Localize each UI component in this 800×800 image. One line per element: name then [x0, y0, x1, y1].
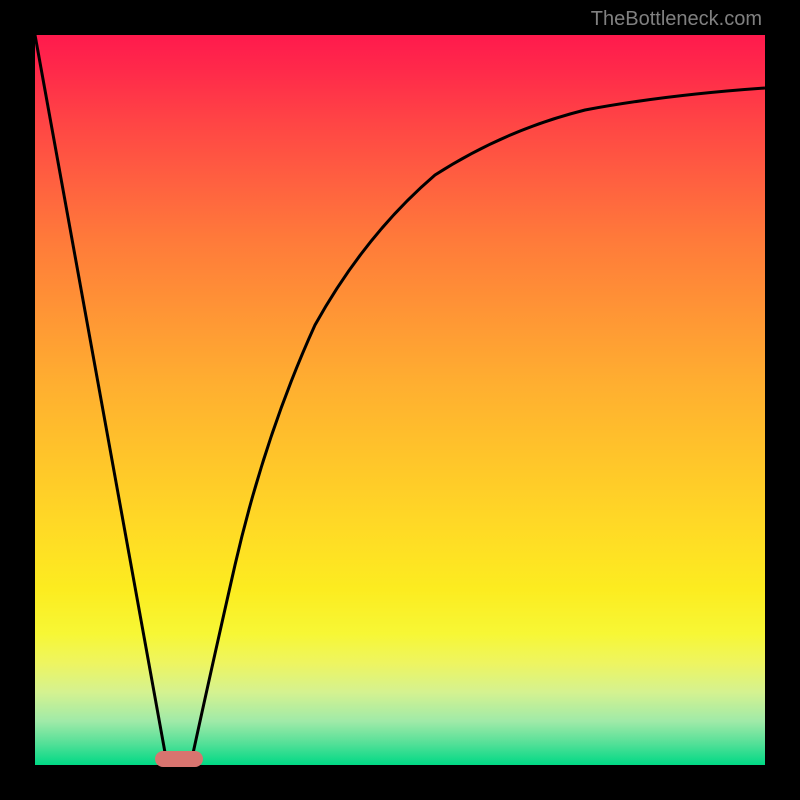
left-descending-line [35, 35, 166, 758]
chart-curves [35, 35, 765, 765]
chart-area [35, 35, 765, 765]
bottleneck-marker [155, 751, 203, 767]
watermark-text: TheBottleneck.com [591, 8, 762, 31]
right-ascending-curve [192, 88, 765, 758]
